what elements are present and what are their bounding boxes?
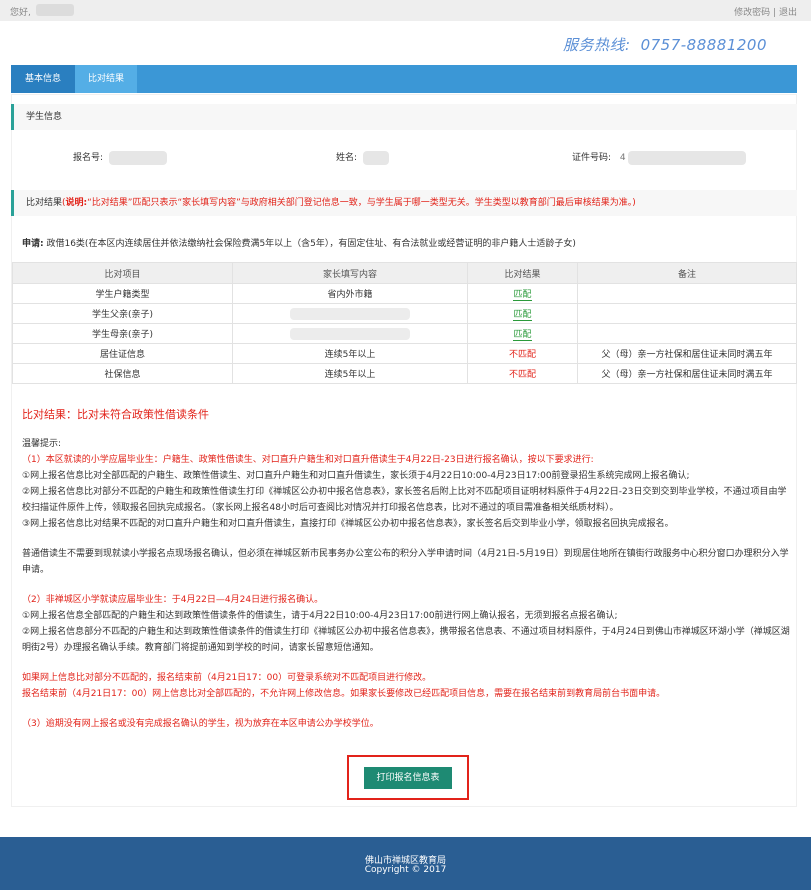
table-row: 学生母亲(亲子) 匹配 — [12, 323, 797, 344]
tip-2b: ②网上报名信息部分不匹配的户籍生和达到政策性借读条件的借读生打印《禅城区公办初中… — [22, 627, 790, 653]
cell-result: 不匹配 — [467, 343, 578, 364]
tip-section-2-head: （2）非禅城区小学就读应届毕业生：于4月22日—4月24日进行报名确认。 — [22, 595, 324, 605]
greeting-text: 您好, — [10, 8, 31, 18]
hotline-number: 0757-88881200 — [640, 36, 767, 54]
cell-content — [232, 303, 468, 324]
result-match: 匹配 — [513, 290, 532, 301]
col-item: 比对项目 — [12, 262, 233, 284]
footer: 佛山市禅城区教育局 Copyright © 2017 — [0, 837, 811, 890]
tip-modify-after: 报名结束前（4月21日17：00）网上信息比对全部匹配的，不允许网上修改信息。如… — [22, 689, 666, 699]
note-text: “比对结果”匹配只表示“家长填写内容”与政府相关部门登记信息一致，与学生属于哪一… — [87, 198, 633, 208]
cell-item: 学生母亲(亲子) — [12, 323, 233, 344]
compare-verdict: 比对结果：比对未符合政策性借读条件 — [22, 408, 209, 421]
tab-basic-info[interactable]: 基本信息 — [11, 65, 75, 93]
hotline-label: 服务热线: — [563, 36, 631, 54]
student-info-header: 学生信息 — [11, 104, 797, 130]
col-result: 比对结果 — [467, 262, 578, 284]
table-row: 社保信息 连续5年以上 不匹配 父（母）亲一方社保和居住证未同时满五年 — [12, 363, 797, 384]
tab-compare-result[interactable]: 比对结果 — [75, 65, 137, 93]
cell-result: 匹配 — [467, 303, 578, 324]
table-row: 学生父亲(亲子) 匹配 — [12, 303, 797, 324]
cell-content: 连续5年以上 — [232, 343, 468, 364]
result-match: 匹配 — [513, 330, 532, 341]
col-content: 家长填写内容 — [232, 262, 468, 284]
cell-item: 学生户籍类型 — [12, 283, 233, 304]
separator: | — [773, 8, 777, 18]
tips-title: 温馨提示: — [22, 439, 62, 449]
result-match: 匹配 — [513, 310, 532, 321]
tip-1b: ②网上报名信息比对部分不匹配的户籍生和政策性借读生打印《禅城区公办初中报名信息表… — [22, 487, 787, 513]
username-redacted — [36, 4, 74, 16]
cell-content: 省内外市籍 — [232, 283, 468, 304]
print-registration-button[interactable]: 打印报名信息表 — [364, 767, 452, 789]
tip-1a: ①网上报名信息比对全部匹配的户籍生、政策性借读生、对口直升户籍生和对口直升借读生… — [22, 471, 690, 481]
cell-note — [577, 323, 797, 344]
name-field: 姓名: — [336, 150, 390, 165]
top-bar: 您好, 修改密码 | 退出 — [0, 0, 811, 21]
cell-item: 学生父亲(亲子) — [12, 303, 233, 324]
table-row: 居住证信息 连续5年以上 不匹配 父（母）亲一方社保和居住证未同时满五年 — [12, 343, 797, 364]
apply-text: 政借16类(在本区内连续居住并依法缴纳社会保险费满5年以上（含5年），有固定住址… — [46, 239, 576, 249]
nav-bar: 基本信息 比对结果 — [11, 65, 797, 93]
cell-item: 社保信息 — [12, 363, 233, 384]
tip-modify-before: 如果网上信息比对部分不匹配的，报名结束前（4月21日17：00）可登录系统对不匹… — [22, 673, 432, 683]
table-header-row: 比对项目 家长填写内容 比对结果 备注 — [12, 262, 797, 284]
cell-item: 居住证信息 — [12, 343, 233, 364]
cell-result: 不匹配 — [467, 363, 578, 384]
tips-block: 温馨提示: （1）本区就读的小学应届毕业生：户籍生、政策性借读生、对口直升户籍生… — [22, 436, 790, 732]
id-value-redacted — [627, 150, 746, 165]
compare-title: 比对结果 — [26, 198, 63, 208]
id-prefix: 4 — [619, 153, 626, 163]
result-nomatch: 不匹配 — [508, 350, 536, 360]
cell-note — [577, 303, 797, 324]
compare-result-header: 比对结果(说明:“比对结果”匹配只表示“家长填写内容”与政府相关部门登记信息一致… — [11, 190, 797, 216]
top-links: 修改密码 | 退出 — [734, 5, 797, 18]
cell-content — [232, 323, 468, 344]
note-label: 说明: — [65, 198, 88, 208]
id-field: 证件号码: 4 — [572, 150, 746, 165]
apply-label: 申请: — [22, 239, 44, 249]
print-button-highlight: 打印报名信息表 — [347, 755, 469, 800]
id-label: 证件号码: — [572, 153, 612, 163]
service-hotline: 服务热线: 0757-88881200 — [563, 34, 767, 55]
application-type: 申请: 政借16类(在本区内连续居住并依法缴纳社会保险费满5年以上（含5年），有… — [22, 236, 576, 249]
logout-link[interactable]: 退出 — [779, 8, 797, 18]
content-redacted — [290, 327, 410, 340]
cell-result: 匹配 — [467, 283, 578, 304]
cell-result: 匹配 — [467, 323, 578, 344]
name-label: 姓名: — [336, 153, 358, 163]
change-password-link[interactable]: 修改密码 — [734, 8, 770, 18]
cell-note: 父（母）亲一方社保和居住证未同时满五年 — [577, 363, 797, 384]
reg-no-label: 报名号: — [73, 153, 104, 163]
result-nomatch: 不匹配 — [508, 370, 536, 380]
content-redacted — [290, 307, 410, 320]
reg-no-value-redacted — [109, 150, 168, 165]
tip-2a: ①网上报名信息全部匹配的户籍生和达到政策性借读条件的借读生，请于4月22日10:… — [22, 611, 618, 621]
cell-content: 连续5年以上 — [232, 363, 468, 384]
col-note: 备注 — [577, 262, 797, 284]
name-value-redacted — [363, 150, 390, 165]
reg-no-field: 报名号: — [73, 150, 168, 165]
footer-copyright: Copyright © 2017 — [364, 865, 447, 875]
tip-section-3: （3）逾期没有网上报名或没有完成报名确认的学生，视为放弃在本区申请公办学校学位。 — [22, 719, 379, 729]
cell-note: 父（母）亲一方社保和居住证未同时满五年 — [577, 343, 797, 364]
tip-ordinary-borrow: 普通借读生不需要到现就读小学报名点现场报名确认，但必须在禅城区新市民事务办公室公… — [22, 549, 789, 575]
note-close: ) — [632, 198, 636, 208]
tip-section-1-head: （1）本区就读的小学应届毕业生：户籍生、政策性借读生、对口直升户籍生和对口直升借… — [22, 455, 594, 465]
compare-table: 比对项目 家长填写内容 比对结果 备注 学生户籍类型 省内外市籍 匹配 学生父亲… — [12, 262, 797, 384]
cell-note — [577, 283, 797, 304]
table-row: 学生户籍类型 省内外市籍 匹配 — [12, 283, 797, 304]
tip-1c: ③网上报名信息比对结果不匹配的对口直升户籍生和对口直升借读生，直接打印《禅城区公… — [22, 519, 674, 529]
